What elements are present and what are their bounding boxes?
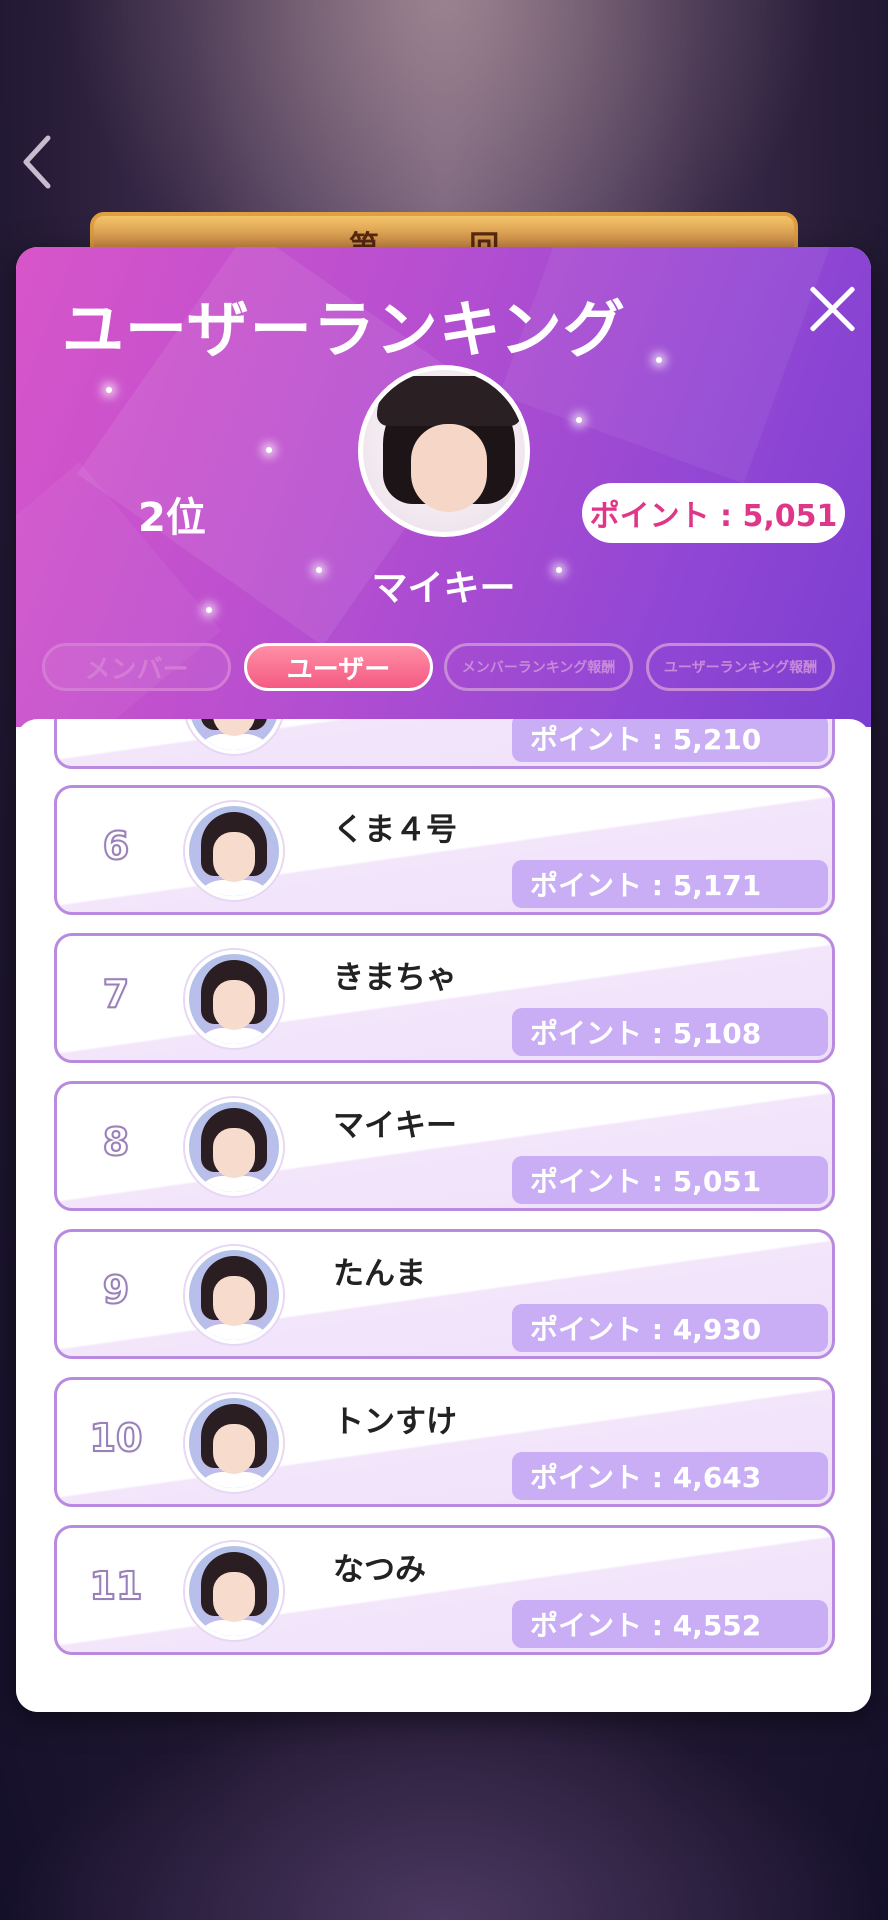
ranking-row[interactable]: 8 マイキー ポイント : 5,051 — [54, 1081, 835, 1211]
row-avatar — [185, 950, 283, 1048]
sparkle-icon — [656, 357, 662, 363]
sparkle-icon — [576, 417, 582, 423]
back-chevron-icon[interactable] — [18, 132, 58, 192]
row-rank: 7 — [102, 971, 130, 1017]
row-rank: 9 — [102, 1267, 130, 1313]
tab-member-reward[interactable]: メンバーランキング報酬 — [444, 643, 633, 691]
tab-user-reward[interactable]: ユーザーランキング報酬 — [646, 643, 835, 691]
row-rank: 11 — [89, 1563, 144, 1609]
player-rank: 2位 — [138, 495, 206, 541]
ranking-row[interactable]: 9 たんま ポイント : 4,930 — [54, 1229, 835, 1359]
player-points-badge: ポイント : 5,051 — [582, 483, 845, 543]
background-bottom — [0, 1700, 888, 1920]
ranking-modal: ユーザーランキング 2位 マイキー ポイント : 5,051 メンバー ユーザー… — [16, 247, 871, 1712]
row-rank: 8 — [102, 1119, 130, 1165]
player-name: マイキー — [371, 568, 516, 609]
ranking-row[interactable]: 11 なつみ ポイント : 4,552 — [54, 1525, 835, 1655]
row-name: トンすけ — [333, 1404, 457, 1440]
ranking-list[interactable]: ポイント : 5,210 6 くま４号 ポイント : 5,171 7 きまちゃ … — [16, 719, 871, 1712]
close-icon[interactable] — [806, 283, 858, 335]
row-name: くま４号 — [333, 812, 457, 848]
row-rank: 10 — [89, 1415, 144, 1461]
row-name: マイキー — [333, 1108, 457, 1144]
player-avatar — [358, 365, 530, 537]
row-rank: 6 — [102, 823, 130, 869]
row-points: ポイント : 4,552 — [512, 1600, 828, 1648]
row-avatar — [185, 1542, 283, 1640]
modal-header: ユーザーランキング 2位 マイキー ポイント : 5,051 メンバー ユーザー… — [16, 247, 871, 727]
ranking-row[interactable]: 7 きまちゃ ポイント : 5,108 — [54, 933, 835, 1063]
row-name: なつみ — [333, 1552, 426, 1588]
ranking-row[interactable]: ポイント : 5,210 — [54, 719, 835, 769]
ranking-row[interactable]: 6 くま４号 ポイント : 5,171 — [54, 785, 835, 915]
row-points: ポイント : 5,108 — [512, 1008, 828, 1056]
row-name: たんま — [333, 1256, 426, 1292]
sparkle-icon — [106, 387, 112, 393]
modal-title: ユーザーランキング — [62, 293, 626, 366]
row-avatar — [185, 1246, 283, 1344]
row-avatar — [185, 1394, 283, 1492]
row-avatar — [185, 802, 283, 900]
row-avatar — [185, 1098, 283, 1196]
avatar-face — [411, 424, 487, 512]
row-points: ポイント : 4,930 — [512, 1304, 828, 1352]
tab-user[interactable]: ユーザー — [244, 643, 433, 691]
ranking-row[interactable]: 10 トンすけ ポイント : 4,643 — [54, 1377, 835, 1507]
row-points: ポイント : 5,051 — [512, 1156, 828, 1204]
row-name: きまちゃ — [333, 960, 457, 996]
tab-member[interactable]: メンバー — [42, 643, 231, 691]
row-points: ポイント : 5,171 — [512, 860, 828, 908]
avatar-hat — [377, 376, 521, 426]
row-avatar — [185, 719, 283, 754]
row-points: ポイント : 4,643 — [512, 1452, 828, 1500]
row-points: ポイント : 5,210 — [512, 719, 828, 762]
sparkle-icon — [266, 447, 272, 453]
